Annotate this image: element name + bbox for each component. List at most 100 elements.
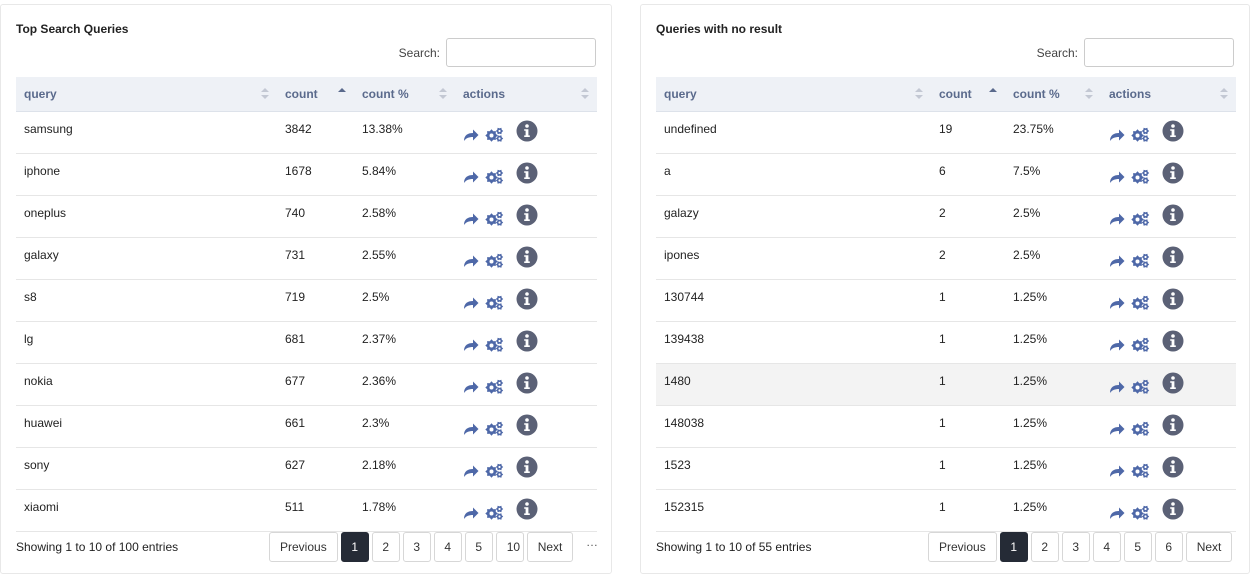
- count-cell: 1: [931, 447, 1005, 490]
- search-input[interactable]: [446, 38, 596, 67]
- gears-icon[interactable]: [485, 253, 504, 268]
- share-arrow-icon[interactable]: [1109, 506, 1125, 520]
- share-arrow-icon[interactable]: [463, 380, 479, 394]
- next-page-button[interactable]: Next: [1185, 532, 1233, 562]
- gears-icon[interactable]: [1131, 463, 1150, 478]
- info-circle-icon[interactable]: [516, 246, 538, 268]
- gears-icon[interactable]: [1131, 211, 1150, 226]
- share-arrow-icon[interactable]: [1109, 296, 1125, 310]
- share-arrow-icon[interactable]: [463, 464, 479, 478]
- info-circle-icon[interactable]: [516, 498, 538, 520]
- gears-icon[interactable]: [485, 337, 504, 352]
- share-arrow-icon[interactable]: [1109, 170, 1125, 184]
- info-circle-icon[interactable]: [516, 288, 538, 310]
- info-circle-icon[interactable]: [516, 120, 538, 142]
- gears-icon[interactable]: [1131, 127, 1150, 142]
- page-button-10[interactable]: 10: [495, 532, 524, 562]
- query-cell: oneplus: [16, 195, 277, 238]
- gears-icon[interactable]: [485, 295, 504, 310]
- share-arrow-icon[interactable]: [1109, 380, 1125, 394]
- search-input[interactable]: [1084, 38, 1234, 67]
- share-arrow-icon[interactable]: [1109, 338, 1125, 352]
- share-arrow-icon[interactable]: [463, 128, 479, 142]
- info-circle-icon[interactable]: [1162, 372, 1184, 394]
- gears-icon[interactable]: [485, 169, 504, 184]
- share-arrow-icon[interactable]: [1109, 464, 1125, 478]
- info-circle-icon[interactable]: [516, 204, 538, 226]
- actions-cell: [1101, 489, 1236, 532]
- info-circle-icon[interactable]: [516, 372, 538, 394]
- share-arrow-icon[interactable]: [463, 422, 479, 436]
- info-circle-icon[interactable]: [1162, 456, 1184, 478]
- column-header-count-percent[interactable]: count %: [354, 77, 455, 112]
- gears-icon[interactable]: [1131, 379, 1150, 394]
- share-arrow-icon[interactable]: [1109, 128, 1125, 142]
- count-cell: 677: [277, 363, 354, 406]
- info-circle-icon[interactable]: [1162, 246, 1184, 268]
- column-header-count-percent[interactable]: count %: [1005, 77, 1101, 112]
- info-circle-icon[interactable]: [516, 414, 538, 436]
- info-circle-icon[interactable]: [1162, 498, 1184, 520]
- previous-page-button[interactable]: Previous: [269, 532, 338, 562]
- page-button-1[interactable]: 1: [340, 532, 369, 562]
- gears-icon[interactable]: [485, 505, 504, 520]
- gears-icon[interactable]: [485, 127, 504, 142]
- share-arrow-icon[interactable]: [463, 338, 479, 352]
- actions-cell: [455, 447, 597, 490]
- previous-page-button[interactable]: Previous: [928, 532, 997, 562]
- count-percent-cell: 2.5%: [354, 279, 455, 322]
- gears-icon[interactable]: [1131, 337, 1150, 352]
- share-arrow-icon[interactable]: [463, 506, 479, 520]
- gears-icon[interactable]: [1131, 505, 1150, 520]
- column-header-query[interactable]: query: [16, 77, 277, 112]
- page-button-5[interactable]: 5: [464, 532, 493, 562]
- page-button-3[interactable]: 3: [402, 532, 431, 562]
- sort-ascending-icon: [338, 88, 346, 100]
- info-circle-icon[interactable]: [516, 162, 538, 184]
- column-header-query[interactable]: query: [656, 77, 931, 112]
- gears-icon[interactable]: [1131, 253, 1150, 268]
- page-button-4[interactable]: 4: [433, 532, 462, 562]
- gears-icon[interactable]: [1131, 295, 1150, 310]
- share-arrow-icon[interactable]: [1109, 212, 1125, 226]
- gears-icon[interactable]: [1131, 421, 1150, 436]
- share-arrow-icon[interactable]: [1109, 254, 1125, 268]
- share-arrow-icon[interactable]: [463, 170, 479, 184]
- next-page-button[interactable]: Next: [526, 532, 574, 562]
- page-button-2[interactable]: 2: [371, 532, 400, 562]
- info-circle-icon[interactable]: [1162, 204, 1184, 226]
- column-header-count[interactable]: count: [931, 77, 1005, 112]
- info-circle-icon[interactable]: [1162, 414, 1184, 436]
- column-header-count[interactable]: count: [277, 77, 354, 112]
- info-circle-icon[interactable]: [1162, 288, 1184, 310]
- share-arrow-icon[interactable]: [463, 254, 479, 268]
- table-row: nokia 677 2.36%: [16, 363, 597, 406]
- info-circle-icon[interactable]: [1162, 330, 1184, 352]
- query-cell: s8: [16, 279, 277, 322]
- page-button-6[interactable]: 6: [1154, 532, 1183, 562]
- count-percent-cell: 13.38%: [354, 111, 455, 154]
- count-percent-cell: 2.37%: [354, 321, 455, 364]
- info-circle-icon[interactable]: [516, 330, 538, 352]
- share-arrow-icon[interactable]: [463, 212, 479, 226]
- share-arrow-icon[interactable]: [1109, 422, 1125, 436]
- gears-icon[interactable]: [1131, 169, 1150, 184]
- info-circle-icon[interactable]: [1162, 162, 1184, 184]
- gears-icon[interactable]: [485, 379, 504, 394]
- info-circle-icon[interactable]: [1162, 120, 1184, 142]
- gears-icon[interactable]: [485, 421, 504, 436]
- gears-icon[interactable]: [485, 211, 504, 226]
- page-button-4[interactable]: 4: [1092, 532, 1121, 562]
- gears-icon[interactable]: [485, 463, 504, 478]
- table-row: galazy 2 2.5%: [656, 195, 1236, 238]
- page-button-3[interactable]: 3: [1061, 532, 1090, 562]
- page-button-5[interactable]: 5: [1123, 532, 1152, 562]
- column-header-actions[interactable]: actions: [1101, 77, 1236, 112]
- page-button-2[interactable]: 2: [1030, 532, 1059, 562]
- share-arrow-icon[interactable]: [463, 296, 479, 310]
- column-header-actions[interactable]: actions: [455, 77, 597, 112]
- page-button-1[interactable]: 1: [999, 532, 1028, 562]
- table-row: huawei 661 2.3%: [16, 405, 597, 448]
- info-circle-icon[interactable]: [516, 456, 538, 478]
- query-cell: nokia: [16, 363, 277, 406]
